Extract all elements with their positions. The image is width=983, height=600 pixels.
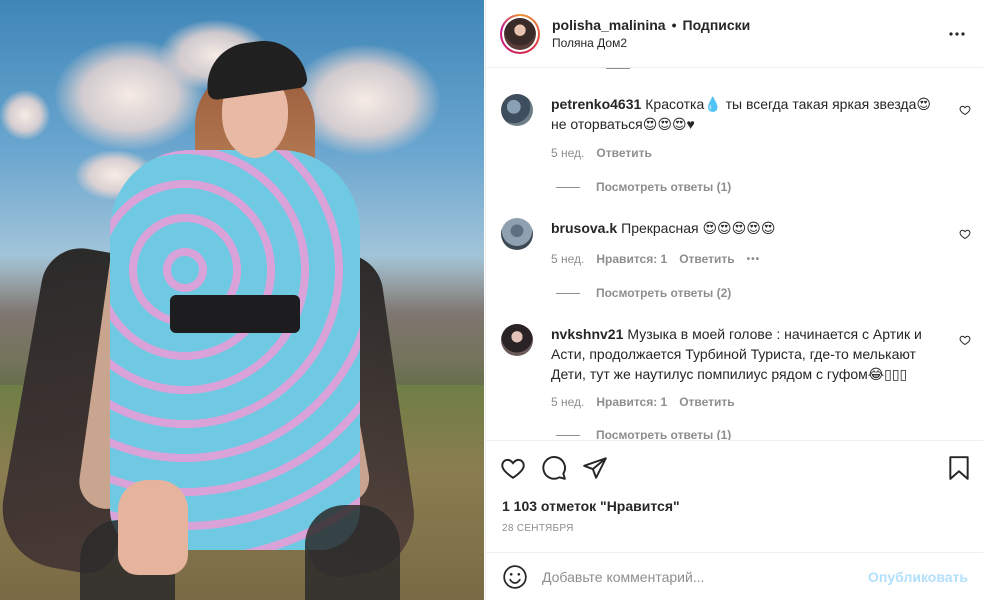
photo-cloud <box>0 90 50 140</box>
add-comment-bar: Опубликовать <box>486 552 983 600</box>
comment-likes[interactable]: Нравится: 1 <box>596 395 667 409</box>
post-panel: polisha_malinina • Подписки Поляна Дом2 … <box>485 0 983 600</box>
comment-meta: 5 нед. Нравится: 1 Ответить <box>551 395 735 409</box>
commenter-avatar[interactable] <box>501 218 533 250</box>
commenter-avatar[interactable] <box>501 94 533 126</box>
share-icon[interactable] <box>582 455 608 481</box>
comment-username[interactable]: nvkshnv21 <box>551 326 623 342</box>
emoji-icon[interactable] <box>502 564 528 590</box>
photo-hand <box>118 480 188 575</box>
like-heart-icon[interactable] <box>959 334 971 346</box>
comments-list[interactable]: petrenko4631 Красотка💧 ты всегда такая яр… <box>486 68 983 440</box>
comment-time[interactable]: 5 нед. <box>551 395 584 409</box>
comment-text: Прекрасная 😍😍😍😍😍 <box>621 220 776 236</box>
header-username[interactable]: polisha_malinina <box>552 17 666 33</box>
commenter-avatar[interactable] <box>501 324 533 356</box>
heart-icon[interactable] <box>500 455 526 481</box>
reply-divider <box>606 68 630 69</box>
photo-stocking <box>305 505 400 600</box>
following-button[interactable]: Подписки <box>683 17 751 33</box>
view-replies-button[interactable]: Посмотреть ответы (1) <box>556 428 731 440</box>
comment-meta: 5 нед. Ответить <box>551 146 652 160</box>
avatar-image <box>504 17 536 50</box>
view-replies-button[interactable]: Посмотреть ответы (1) <box>556 180 731 194</box>
profile-avatar[interactable] <box>500 13 540 54</box>
comment-meta: 5 нед. Нравится: 1 Ответить ••• <box>551 252 760 266</box>
post-header: polisha_malinina • Подписки Поляна Дом2 <box>486 0 983 68</box>
post-actions: 1 103 отметок "Нравится" 28 СЕНТЯБРЯ <box>486 440 983 550</box>
view-replies-button[interactable]: Посмотреть ответы (2) <box>556 286 731 300</box>
like-heart-icon[interactable] <box>959 228 971 240</box>
view-replies-label: Посмотреть ответы (2) <box>596 286 732 300</box>
post-photo[interactable] <box>0 0 484 600</box>
comment-icon[interactable] <box>541 455 567 481</box>
comment-username[interactable]: petrenko4631 <box>551 96 641 112</box>
bookmark-icon[interactable] <box>946 455 972 481</box>
likes-count[interactable]: 1 103 отметок "Нравится" <box>502 498 680 514</box>
reply-button[interactable]: Ответить <box>679 252 734 266</box>
more-horizontal-icon[interactable] <box>949 24 965 36</box>
comment-more-icon[interactable]: ••• <box>747 254 761 265</box>
view-replies-label: Посмотреть ответы (1) <box>596 428 732 440</box>
comment-time[interactable]: 5 нед. <box>551 252 584 266</box>
comment-username[interactable]: brusova.k <box>551 220 617 236</box>
post-date[interactable]: 28 СЕНТЯБРЯ <box>502 523 574 534</box>
like-heart-icon[interactable] <box>959 104 971 116</box>
photo-belt <box>170 295 300 333</box>
comment-likes[interactable]: Нравится: 1 <box>596 252 667 266</box>
publish-button[interactable]: Опубликовать <box>868 569 968 585</box>
comment-input[interactable] <box>542 568 869 585</box>
reply-button[interactable]: Ответить <box>679 395 734 409</box>
location-link[interactable]: Поляна Дом2 <box>552 36 750 50</box>
separator-dot: • <box>671 17 677 33</box>
view-replies-label: Посмотреть ответы (1) <box>596 180 732 194</box>
reply-button[interactable]: Ответить <box>596 146 651 160</box>
comment-time[interactable]: 5 нед. <box>551 146 584 160</box>
